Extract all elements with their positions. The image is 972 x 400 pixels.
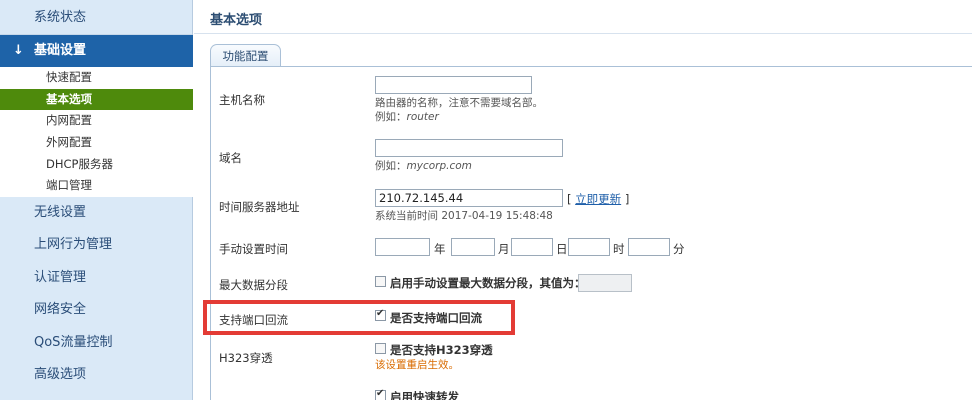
settings-panel (210, 67, 972, 400)
sidebar-section-basic-settings[interactable]: ↓ 基础设置 (0, 35, 193, 67)
sidebar-subitem-lan-config[interactable]: 内网配置 (0, 110, 193, 132)
sidebar-item-qos[interactable]: QoS流量控制 (0, 327, 193, 359)
time-server-label: 时间服务器地址 (219, 200, 300, 214)
month-input[interactable] (451, 238, 495, 256)
update-link-wrapper: [ 立即更新 ] (567, 192, 630, 206)
minute-unit: 分 (673, 242, 685, 256)
sidebar-subitem-quick-config[interactable]: 快速配置 (0, 67, 193, 89)
current-time-text: 系统当前时间 2017-04-19 15:48:48 (375, 210, 553, 222)
sidebar-subitem-wan-config[interactable]: 外网配置 (0, 132, 193, 154)
page-title: 基本选项 (210, 13, 263, 28)
tab-function-config[interactable]: 功能配置 (210, 44, 281, 67)
manual-time-label: 手动设置时间 (219, 242, 288, 256)
chevron-down-icon: ↓ (13, 43, 24, 58)
day-input[interactable] (511, 238, 553, 256)
highlight-box (203, 300, 515, 335)
fast-forward-checkbox[interactable] (375, 388, 386, 400)
max-segment-checkbox[interactable] (375, 276, 386, 287)
sidebar-item-authentication[interactable]: 认证管理 (0, 262, 193, 294)
domain-input[interactable] (375, 139, 563, 157)
max-segment-input[interactable] (578, 274, 632, 292)
sidebar: 系统状态 ↓ 基础设置 快速配置 基本选项 内网配置 外网配置 DHCP服务器 … (0, 0, 193, 400)
sidebar-subitem-port-management[interactable]: 端口管理 (0, 175, 193, 197)
fast-forward-checkbox-label: 启用快速转发 (390, 390, 459, 400)
domain-example: 例如：mycorp.com (375, 160, 472, 172)
max-segment-label: 最大数据分段 (219, 278, 288, 292)
minute-input[interactable] (628, 238, 670, 256)
sidebar-item-advanced[interactable]: 高级选项 (0, 359, 193, 391)
max-segment-checkbox-label: 启用手动设置最大数据分段，其值为： (390, 276, 586, 290)
h323-checkbox-label: 是否支持H323穿透 (390, 343, 493, 357)
sidebar-item-network-security[interactable]: 网络安全 (0, 294, 193, 326)
hostname-example: 例如：router (375, 111, 439, 123)
month-unit: 月 (498, 242, 510, 256)
domain-label: 域名 (219, 151, 242, 165)
hostname-hint: 路由器的名称，注意不需要域名部。 (375, 97, 543, 109)
update-now-link[interactable]: 立即更新 (575, 192, 621, 206)
hour-unit: 时 (613, 242, 625, 256)
sidebar-item-behavior-management[interactable]: 上网行为管理 (0, 229, 193, 261)
h323-label: H323穿透 (219, 351, 273, 365)
title-divider (194, 33, 972, 34)
hostname-label: 主机名称 (219, 93, 265, 107)
sidebar-item-wireless[interactable]: 无线设置 (0, 197, 193, 229)
sidebar-subitem-basic-options[interactable]: 基本选项 (0, 88, 193, 111)
year-input[interactable] (375, 238, 430, 256)
h323-warning: 该设置重启生效。 (375, 359, 459, 371)
day-unit: 日 (556, 242, 568, 256)
hostname-input[interactable] (375, 76, 532, 94)
sidebar-submenu: 快速配置 基本选项 内网配置 外网配置 DHCP服务器 端口管理 (0, 67, 193, 198)
sidebar-subitem-dhcp-server[interactable]: DHCP服务器 (0, 154, 193, 176)
hour-input[interactable] (568, 238, 610, 256)
sidebar-section-label: 基础设置 (34, 43, 87, 58)
time-server-input[interactable] (375, 189, 563, 207)
year-unit: 年 (434, 242, 446, 256)
h323-checkbox[interactable] (375, 343, 386, 354)
sidebar-item-system-status[interactable]: 系统状态 (0, 0, 192, 35)
